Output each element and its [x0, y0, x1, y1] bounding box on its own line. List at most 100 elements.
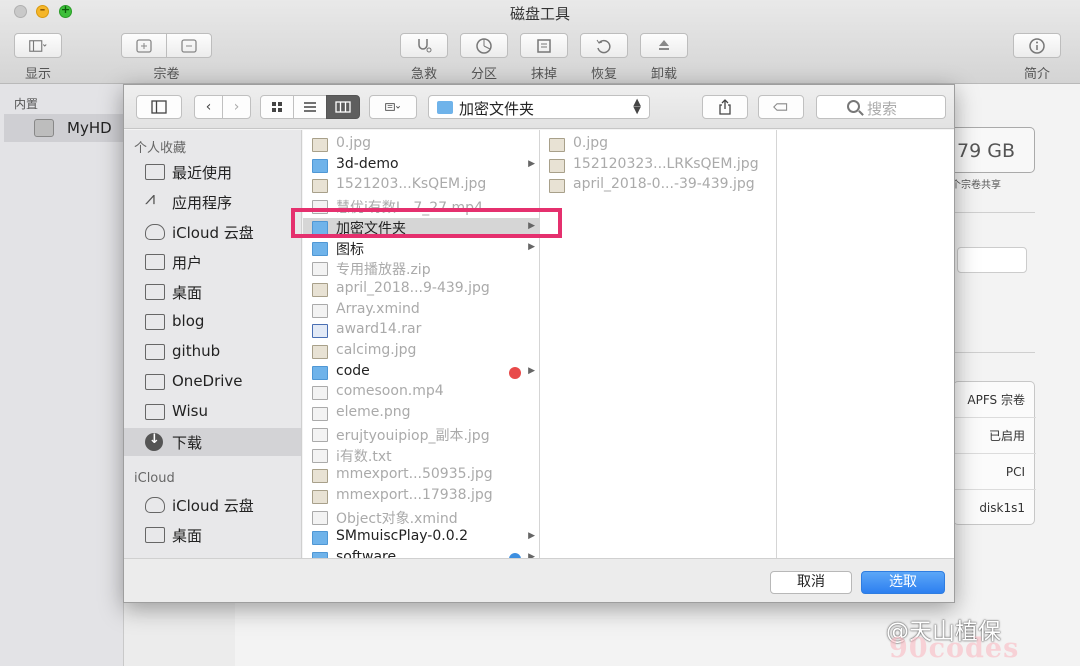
favorites-header: 个人收藏	[134, 141, 187, 156]
file-row[interactable]: Array.xmind	[303, 301, 539, 321]
file-row[interactable]: mmexport...50935.jpg	[303, 466, 539, 486]
choose-button[interactable]: 选取	[861, 571, 945, 594]
info-device: disk1s1	[979, 501, 1025, 515]
chevron-right-icon: ›	[233, 99, 240, 115]
sidebar-item-myhd[interactable]: MyHD	[4, 114, 124, 142]
selection-annotation-box	[291, 208, 562, 238]
file-row[interactable]: calcimg.jpg	[303, 342, 539, 362]
file-row[interactable]: 1521203...KsQEM.jpg	[303, 176, 539, 196]
archive-icon	[312, 324, 328, 339]
firstaid-button[interactable]	[400, 33, 448, 58]
sidebar-item-icloud-desktop[interactable]: 桌面	[124, 521, 301, 549]
unmount-label: 卸载	[650, 67, 677, 82]
file-name: i有数.txt	[336, 448, 392, 465]
watermark-site: 90codes	[889, 633, 1020, 664]
list-icon	[304, 102, 316, 112]
file-name: april_2018...9-439.jpg	[336, 279, 490, 296]
share-button[interactable]	[702, 95, 748, 119]
file-row[interactable]: 专用播放器.zip	[303, 259, 539, 279]
file-row[interactable]: april_2018-0...-39-439.jpg	[540, 176, 776, 196]
sidebar-item-icloud-drive[interactable]: iCloud 云盘	[124, 218, 301, 246]
folder-row[interactable]: SMmuiscPlay-0.0.2 ▶	[303, 528, 539, 548]
cloud-icon	[145, 224, 165, 240]
file-name: 1521203...KsQEM.jpg	[336, 176, 487, 193]
list-view-button[interactable]	[293, 95, 327, 119]
sidebar-item-label: MyHD	[67, 119, 112, 137]
file-row[interactable]: mmexport...17938.jpg	[303, 487, 539, 507]
sidebar-item-blog[interactable]: blog	[124, 308, 301, 336]
image-file-icon	[312, 469, 328, 484]
file-row[interactable]: 0.jpg	[303, 135, 539, 155]
file-row[interactable]: i有数.txt	[303, 446, 539, 466]
document-icon	[312, 262, 328, 277]
view-button[interactable]	[14, 33, 62, 58]
image-file-icon	[312, 489, 328, 504]
file-name: award14.rar	[336, 321, 422, 338]
file-row[interactable]: eleme.png	[303, 404, 539, 424]
file-row[interactable]: 0.jpg	[540, 135, 776, 155]
file-name: calcimg.jpg	[336, 342, 417, 358]
folder-icon	[145, 314, 165, 330]
document-icon	[312, 303, 328, 318]
file-row[interactable]: 152120323...LRKsQEM.jpg	[540, 156, 776, 176]
eject-icon	[659, 39, 669, 50]
file-column-encrypted-folder: 0.jpg 152120323...LRKsQEM.jpg april_2018-0…	[540, 130, 777, 558]
forward-button[interactable]: ›	[222, 95, 251, 119]
folder-icon	[312, 531, 328, 546]
sidebar-item-onedrive[interactable]: OneDrive	[124, 368, 301, 396]
image-file-icon	[549, 179, 565, 194]
file-column-downloads: 0.jpg 3d-demo ▶ 1521203...KsQEM.jpg 慧优i有数I..…	[303, 130, 540, 558]
sidebar-item-label: OneDrive	[172, 372, 243, 390]
file-row[interactable]: comesoon.mp4	[303, 383, 539, 403]
file-name: april_2018-0...-39-439.jpg	[573, 176, 755, 193]
tag-icon	[773, 103, 788, 111]
sidebar-toggle-button[interactable]	[136, 95, 182, 119]
file-row[interactable]: erujtyouipiop_副本.jpg	[303, 425, 539, 445]
desktop-icon	[145, 284, 165, 300]
folder-row[interactable]: 3d-demo ▶	[303, 156, 539, 176]
sidebar-item-label: 最近使用	[172, 164, 233, 182]
sidebar-item-recents[interactable]: 最近使用	[124, 158, 301, 186]
partition-button[interactable]	[460, 33, 508, 58]
up-down-arrows-icon: ▲ ▼	[633, 97, 641, 116]
column-view-button[interactable]	[326, 95, 360, 119]
view-label: 显示	[24, 67, 51, 82]
back-button[interactable]: ‹	[194, 95, 223, 119]
folder-row[interactable]: code ▶	[303, 363, 539, 383]
group-by-button[interactable]	[369, 95, 417, 119]
applications-icon: ⩘	[145, 188, 156, 209]
path-popup[interactable]: 加密文件夹 ▲ ▼	[428, 95, 650, 119]
image-file-icon	[312, 345, 328, 359]
search-field[interactable]: 搜索	[816, 95, 946, 119]
file-row[interactable]: april_2018...9-439.jpg	[303, 280, 539, 300]
folder-row[interactable]: 图标 ▶	[303, 239, 539, 259]
restore-icon	[596, 39, 611, 53]
sidebar-item-wisu[interactable]: Wisu	[124, 398, 301, 426]
cancel-button[interactable]: 取消	[770, 571, 852, 594]
disclosure-arrow-icon: ▶	[528, 365, 535, 376]
document-icon	[312, 510, 328, 525]
file-name: software	[336, 549, 397, 558]
icon-view-button[interactable]	[260, 95, 294, 119]
document-icon	[312, 448, 328, 463]
restore-button[interactable]	[580, 33, 628, 58]
file-name: SMmuiscPlay-0.0.2	[336, 528, 468, 545]
sidebar-item-users[interactable]: 用户	[124, 248, 301, 276]
erase-label: 抹掉	[530, 67, 557, 82]
file-row[interactable]: Object对象.xmind	[303, 508, 539, 528]
erase-button[interactable]	[520, 33, 568, 58]
tag-button[interactable]	[758, 95, 804, 119]
unmount-button[interactable]	[640, 33, 688, 58]
folder-icon	[312, 241, 328, 256]
file-row[interactable]: award14.rar	[303, 321, 539, 341]
remove-volume-button[interactable]	[166, 33, 212, 58]
sidebar-item-github[interactable]: github	[124, 338, 301, 366]
folder-row[interactable]: software ▶	[303, 549, 539, 558]
sidebar-item-downloads[interactable]: 下载	[124, 428, 301, 456]
dialog-button-bar: 取消 选取	[124, 558, 954, 602]
info-button[interactable]	[1013, 33, 1061, 58]
sidebar-item-desktop[interactable]: 桌面	[124, 278, 301, 306]
add-volume-button[interactable]	[121, 33, 167, 58]
sidebar-item-icloud-drive-2[interactable]: iCloud 云盘	[124, 491, 301, 519]
sidebar-item-applications[interactable]: ⩘ 应用程序	[124, 188, 301, 216]
